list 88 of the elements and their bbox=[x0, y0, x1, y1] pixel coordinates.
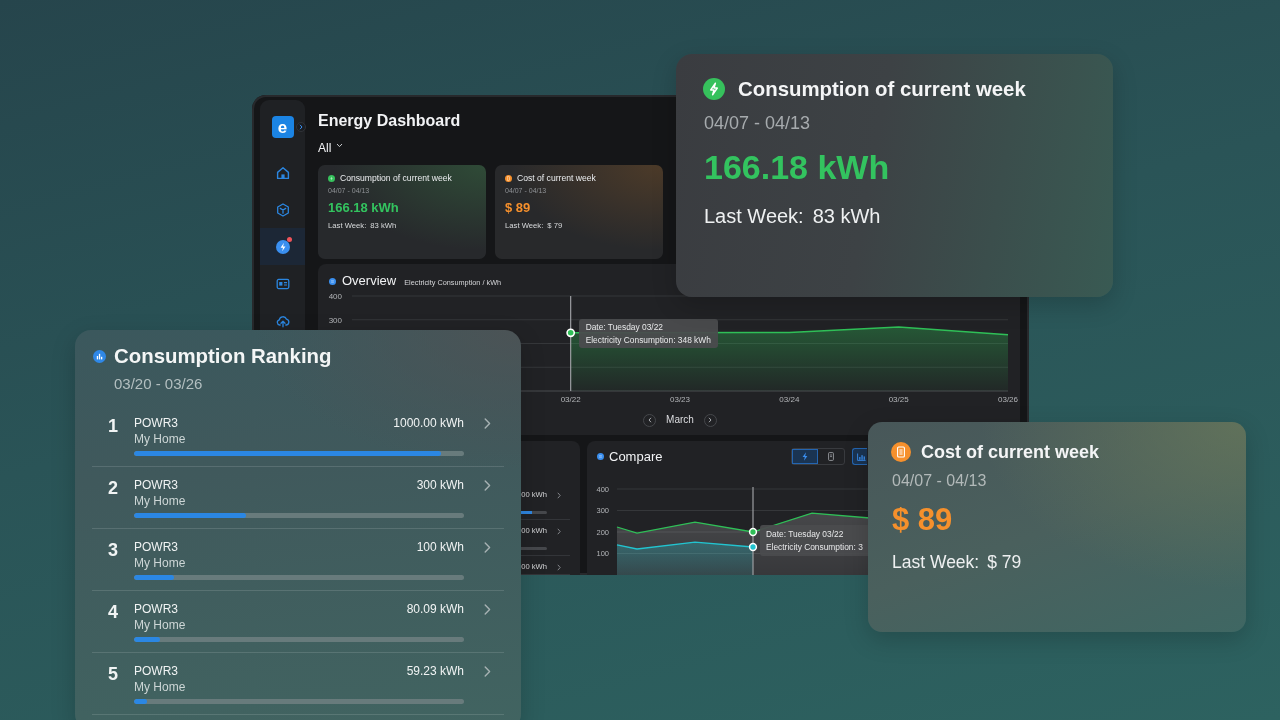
bolt-icon bbox=[275, 239, 290, 254]
consumption-value: 300 kWh bbox=[416, 477, 464, 493]
device-name: POWR3 bbox=[134, 539, 178, 555]
date-range: 03/20 - 03/26 bbox=[114, 375, 203, 393]
data-point bbox=[748, 542, 758, 552]
card-title: Cost of current week bbox=[921, 442, 1100, 462]
card-title: Cost of current week bbox=[517, 172, 596, 184]
app-logo: e bbox=[271, 116, 294, 138]
bar-chart-icon bbox=[93, 349, 106, 363]
panel-title: Compare bbox=[609, 449, 663, 464]
page-title: Energy Dashboard bbox=[318, 111, 461, 131]
last-week-value: $ 79 bbox=[987, 551, 1022, 573]
metric-toggle[interactable] bbox=[792, 449, 818, 464]
last-week-label: Last Week: bbox=[704, 204, 804, 228]
progress-track bbox=[521, 547, 547, 550]
device-name: POWR3 bbox=[134, 601, 178, 617]
card-title: Consumption of current week bbox=[738, 78, 1026, 100]
rank-number: 4 bbox=[108, 602, 118, 622]
tooltip-text: Date: Tuesday 03/22 bbox=[585, 321, 663, 334]
axis-label: 400 bbox=[328, 291, 342, 301]
document-icon bbox=[891, 442, 911, 462]
device-location: My Home bbox=[134, 493, 186, 509]
cube-icon bbox=[275, 202, 290, 217]
last-week-value: 83 kWh bbox=[812, 204, 881, 228]
document-icon bbox=[505, 174, 512, 182]
home-icon bbox=[275, 165, 290, 180]
device-name: POWR3 bbox=[134, 477, 178, 493]
rank-number: 2 bbox=[108, 478, 118, 498]
filter-dropdown[interactable]: All bbox=[318, 141, 344, 155]
consumption-value: 100 kWh bbox=[416, 539, 464, 555]
axis-label: 03/22 bbox=[560, 395, 581, 404]
device-location: My Home bbox=[134, 617, 186, 633]
device-name: POWR3 bbox=[134, 415, 178, 431]
chevron-right-icon[interactable] bbox=[484, 417, 491, 429]
axis-label: 300 bbox=[328, 315, 342, 325]
rank-number: 1 bbox=[108, 416, 118, 436]
axis-label: 03/23 bbox=[670, 395, 690, 404]
axis-label: 03/24 bbox=[779, 395, 800, 404]
device-location: My Home bbox=[134, 555, 186, 571]
rank-number: 3 bbox=[108, 540, 118, 560]
consumption-value: 59.23 kWh bbox=[406, 663, 464, 679]
chevron-right-icon bbox=[708, 417, 713, 423]
date-range: 04/07 - 04/13 bbox=[704, 113, 811, 133]
panel-title: Overview bbox=[342, 274, 397, 288]
view-toggle[interactable] bbox=[852, 448, 867, 465]
data-point bbox=[748, 527, 758, 537]
data-point bbox=[566, 328, 576, 338]
card-title: Consumption Ranking bbox=[114, 344, 332, 369]
section-marker-icon bbox=[329, 277, 336, 285]
bolt-icon bbox=[802, 452, 808, 461]
rank-number: 5 bbox=[108, 664, 118, 684]
axis-label: 03/25 bbox=[888, 395, 909, 404]
cost-value: $ 89 bbox=[892, 502, 953, 538]
caret-down-icon bbox=[336, 143, 344, 148]
metric-value: $ 89 bbox=[505, 200, 531, 216]
bolt-icon bbox=[328, 174, 335, 182]
chevron-right-icon[interactable] bbox=[484, 665, 491, 677]
collapse-button[interactable] bbox=[296, 122, 306, 132]
section-marker-icon bbox=[597, 453, 604, 460]
date-range: 04/07 - 04/13 bbox=[892, 472, 987, 490]
chevron-right-icon[interactable] bbox=[484, 479, 491, 491]
device-location: My Home bbox=[134, 431, 186, 447]
chevron-right-icon[interactable] bbox=[557, 563, 561, 571]
chevron-right-icon[interactable] bbox=[484, 541, 491, 553]
chevron-right-icon[interactable] bbox=[557, 491, 561, 499]
consumption-value: 166.18 kWh bbox=[704, 147, 890, 187]
device-location: My Home bbox=[134, 679, 186, 695]
axis-label: 03/26 bbox=[998, 395, 1018, 404]
bolt-icon bbox=[703, 78, 725, 100]
month-label: March bbox=[666, 413, 694, 427]
chevron-right-icon[interactable] bbox=[557, 527, 561, 535]
meter-icon bbox=[828, 452, 834, 461]
consumption-value: 1000.00 kWh bbox=[393, 415, 464, 431]
chevron-left-icon bbox=[647, 417, 652, 423]
consumption-value: 80.09 kWh bbox=[406, 601, 464, 617]
sidebar-item[interactable] bbox=[260, 228, 305, 265]
tooltip-text: Electricity Consumption: 348 kWh bbox=[585, 333, 711, 346]
tooltip-text: Electricity Consumption: 3 bbox=[766, 540, 863, 553]
card-title: Consumption of current week bbox=[340, 172, 452, 184]
device-name: POWR3 bbox=[134, 663, 178, 679]
chevron-right-icon[interactable] bbox=[484, 603, 491, 615]
bar-chart-icon bbox=[857, 452, 866, 461]
last-week-label: Last Week: bbox=[892, 551, 980, 573]
tooltip-text: Date: Tuesday 03/22 bbox=[766, 528, 844, 541]
chevron-right-icon bbox=[299, 124, 303, 130]
cloud-upload-icon bbox=[275, 313, 290, 328]
metric-value: 166.18 kWh bbox=[328, 200, 399, 216]
id-card-icon bbox=[275, 276, 290, 291]
